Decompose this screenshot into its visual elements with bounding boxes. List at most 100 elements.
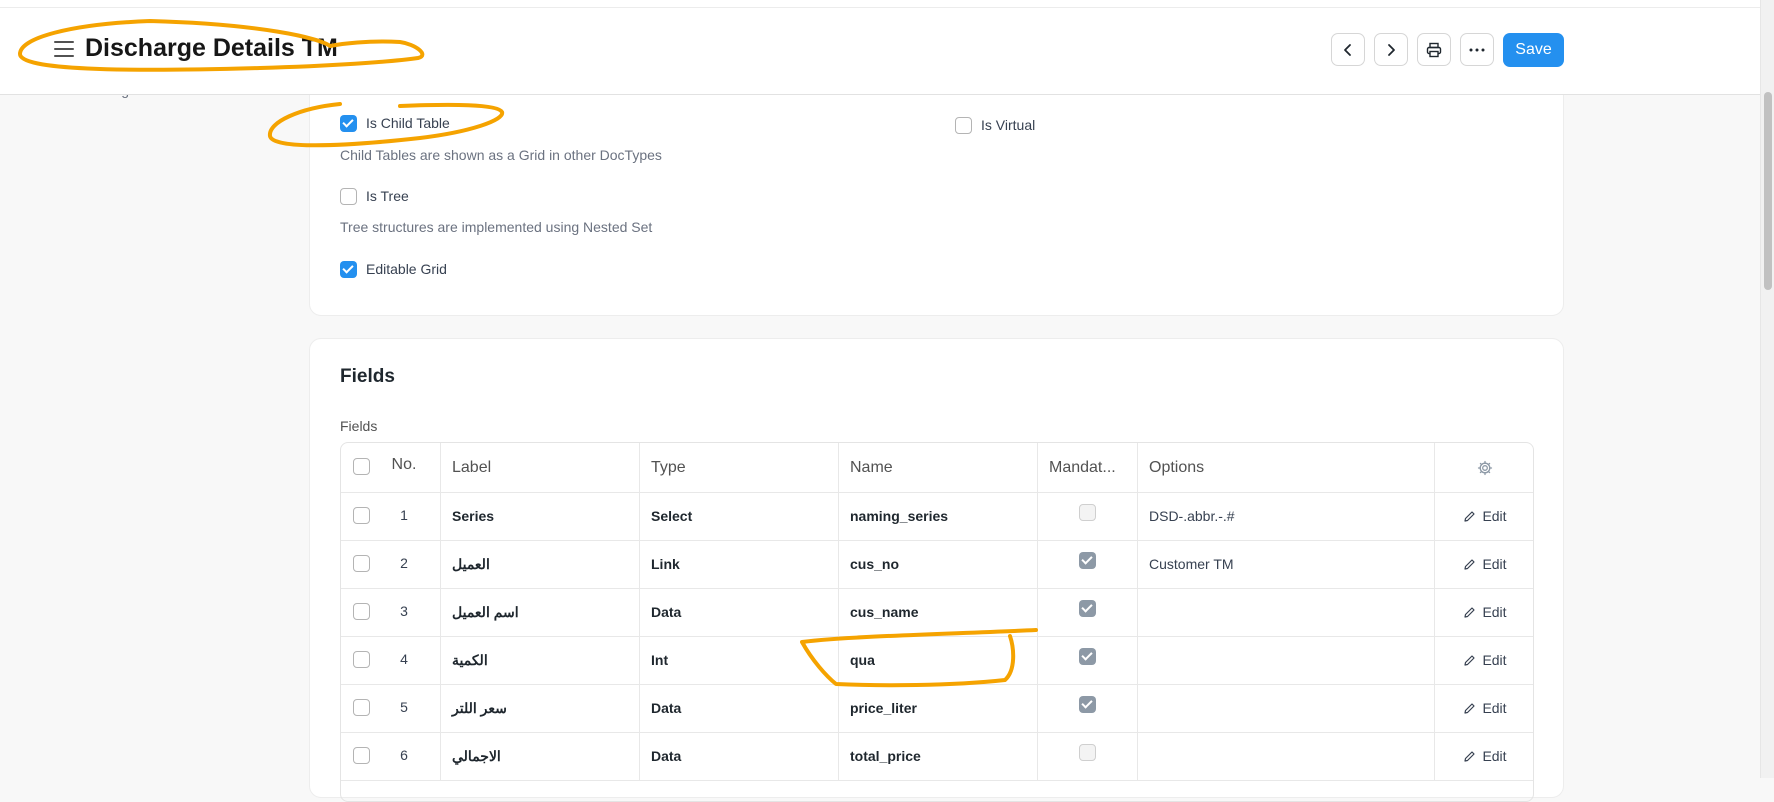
table-row[interactable]: 4 الكمية Int qua Edit xyxy=(341,636,1533,685)
row-label[interactable]: الكمية xyxy=(441,636,640,684)
header-options: Options xyxy=(1138,443,1435,492)
row-options[interactable] xyxy=(1138,636,1435,684)
table-row[interactable]: 2 العميل Link cus_no Customer TM Edit xyxy=(341,540,1533,589)
row-edit-button[interactable]: Edit xyxy=(1463,652,1507,668)
print-button[interactable] xyxy=(1417,33,1451,66)
row-number: 6 xyxy=(400,747,408,763)
row-label[interactable]: سعر اللتر xyxy=(441,684,640,732)
row-fieldname[interactable]: cus_no xyxy=(839,540,1038,588)
row-edit-button[interactable]: Edit xyxy=(1463,508,1507,524)
row-edit-button[interactable]: Edit xyxy=(1463,604,1507,620)
grid-header-row: No. Label Type Name Mandat... Options xyxy=(341,443,1533,493)
row-fieldname[interactable]: price_liter xyxy=(839,684,1038,732)
edit-label: Edit xyxy=(1482,556,1507,572)
row-type[interactable]: Link xyxy=(640,540,839,588)
is-child-table-label: Is Child Table xyxy=(366,115,450,131)
row-edit-button[interactable]: Edit xyxy=(1463,556,1507,572)
row-edit-cell: Edit xyxy=(1435,684,1533,732)
row-checkbox[interactable] xyxy=(353,699,370,716)
mandatory-checkbox[interactable] xyxy=(1079,744,1096,761)
row-fieldname[interactable]: qua xyxy=(839,636,1038,684)
is-tree-checkbox[interactable] xyxy=(340,188,357,205)
header-name: Name xyxy=(839,443,1038,492)
row-type[interactable]: Int xyxy=(640,636,839,684)
row-mandatory-cell xyxy=(1038,492,1138,540)
grid-settings-button[interactable] xyxy=(1435,443,1533,492)
row-mandatory-cell xyxy=(1038,540,1138,588)
row-label[interactable]: العميل xyxy=(441,540,640,588)
scrollbar-thumb[interactable] xyxy=(1764,92,1772,290)
mandatory-checkbox[interactable] xyxy=(1079,600,1096,617)
pencil-icon xyxy=(1464,510,1476,522)
editable-grid-checkbox[interactable] xyxy=(340,261,357,278)
row-options[interactable]: DSD-.abbr.-.# xyxy=(1138,492,1435,540)
table-row[interactable]: 3 اسم العميل Data cus_name Edit xyxy=(341,588,1533,637)
table-row[interactable]: 1 Series Select naming_series DSD-.abbr.… xyxy=(341,492,1533,541)
page-scrollbar[interactable] xyxy=(1760,0,1774,778)
row-label[interactable]: الاجمالي xyxy=(441,732,640,780)
mandatory-checkbox[interactable] xyxy=(1079,504,1096,521)
is-virtual-label: Is Virtual xyxy=(981,117,1036,133)
row-options[interactable] xyxy=(1138,588,1435,636)
chevron-left-icon xyxy=(1344,43,1351,56)
row-type[interactable]: Data xyxy=(640,732,839,780)
row-edit-cell: Edit xyxy=(1435,492,1533,540)
select-all-checkbox[interactable] xyxy=(353,458,370,475)
row-type[interactable]: Data xyxy=(640,588,839,636)
pencil-icon xyxy=(1464,558,1476,570)
page-title: Discharge Details TM xyxy=(85,34,338,62)
mandatory-checkbox[interactable] xyxy=(1079,552,1096,569)
gear-icon xyxy=(1477,460,1493,475)
is-virtual-checkbox[interactable] xyxy=(955,117,972,134)
row-type[interactable]: Data xyxy=(640,684,839,732)
row-mandatory-cell xyxy=(1038,732,1138,780)
row-checkbox[interactable] xyxy=(353,555,370,572)
row-options[interactable]: Customer TM xyxy=(1138,540,1435,588)
row-label[interactable]: اسم العميل xyxy=(441,588,640,636)
row-mandatory-cell xyxy=(1038,636,1138,684)
row-edit-cell: Edit xyxy=(1435,588,1533,636)
row-number: 2 xyxy=(400,555,408,571)
row-edit-button[interactable]: Edit xyxy=(1463,700,1507,716)
row-select-cell: 3 xyxy=(341,588,441,636)
table-row[interactable]: 6 الاجمالي Data total_price Edit xyxy=(341,732,1533,781)
row-fieldname[interactable]: total_price xyxy=(839,732,1038,780)
row-options[interactable] xyxy=(1138,732,1435,780)
row-checkbox[interactable] xyxy=(353,603,370,620)
row-select-cell: 4 xyxy=(341,636,441,684)
is-tree-description: Tree structures are implemented using Ne… xyxy=(340,219,653,235)
header-no: No. xyxy=(391,456,417,473)
row-number: 1 xyxy=(400,507,408,523)
page-header: Discharge Details TM Save xyxy=(0,8,1760,95)
row-select-cell: 5 xyxy=(341,684,441,732)
table-row[interactable]: 5 سعر اللتر Data price_liter Edit xyxy=(341,684,1533,733)
row-options[interactable] xyxy=(1138,684,1435,732)
row-number: 3 xyxy=(400,603,408,619)
row-checkbox[interactable] xyxy=(353,507,370,524)
hamburger-menu-icon[interactable] xyxy=(54,41,74,57)
row-checkbox[interactable] xyxy=(353,651,370,668)
row-checkbox[interactable] xyxy=(353,747,370,764)
row-edit-button[interactable]: Edit xyxy=(1463,748,1507,764)
header-type: Type xyxy=(640,443,839,492)
row-type[interactable]: Select xyxy=(640,492,839,540)
row-edit-cell: Edit xyxy=(1435,540,1533,588)
pencil-icon xyxy=(1464,606,1476,618)
row-fieldname[interactable]: naming_series xyxy=(839,492,1038,540)
mandatory-checkbox[interactable] xyxy=(1079,648,1096,665)
previous-doc-button[interactable] xyxy=(1331,33,1365,66)
top-strip xyxy=(0,0,1760,8)
fields-section-title: Fields xyxy=(340,366,395,387)
next-doc-button[interactable] xyxy=(1374,33,1408,66)
save-button[interactable]: Save xyxy=(1503,33,1564,67)
row-label[interactable]: Series xyxy=(441,492,640,540)
pencil-icon xyxy=(1464,702,1476,714)
is-child-table-description: Child Tables are shown as a Grid in othe… xyxy=(340,147,662,163)
row-fieldname[interactable]: cus_name xyxy=(839,588,1038,636)
ellipsis-icon xyxy=(1469,48,1485,51)
more-actions-button[interactable] xyxy=(1460,33,1494,66)
mandatory-checkbox[interactable] xyxy=(1079,696,1096,713)
fields-table-label: Fields xyxy=(340,418,378,434)
header-label: Label xyxy=(441,443,640,492)
is-child-table-checkbox[interactable] xyxy=(340,115,357,132)
